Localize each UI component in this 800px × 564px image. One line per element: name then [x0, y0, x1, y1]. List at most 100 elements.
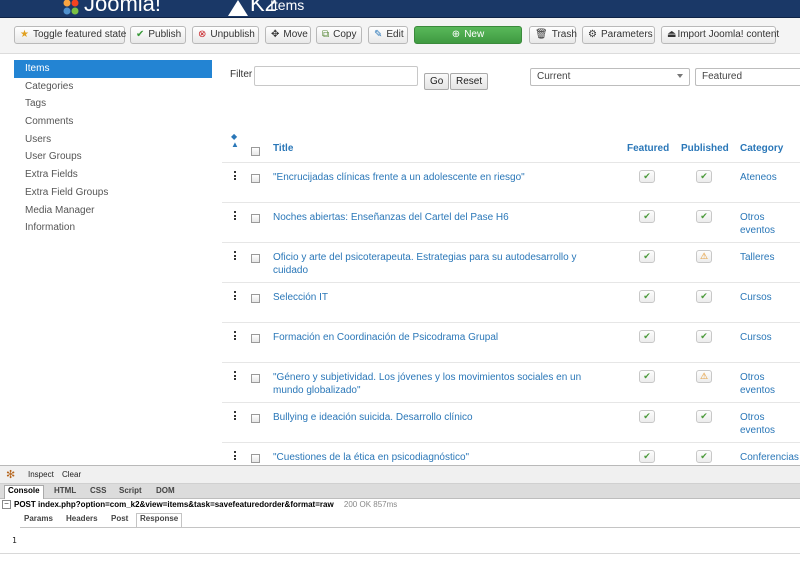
sidebar-item-tags[interactable]: Tags	[14, 95, 212, 113]
subtab-params[interactable]: Params	[24, 514, 53, 523]
tab-console[interactable]: Console	[4, 485, 44, 499]
new-button[interactable]: ⊕ New	[414, 26, 522, 44]
move-button[interactable]: ✥ Move	[265, 26, 311, 44]
reset-button[interactable]: Reset	[450, 73, 489, 90]
drag-handle-icon[interactable]	[234, 331, 237, 342]
drag-handle-icon[interactable]	[234, 291, 237, 302]
drag-handle-icon[interactable]	[234, 371, 237, 382]
row-checkbox[interactable]	[251, 174, 260, 183]
row-checkbox[interactable]	[251, 454, 260, 463]
featured-toggle[interactable]: ✔	[639, 290, 655, 303]
filter-input[interactable]	[254, 66, 418, 86]
sidebar-item-items[interactable]: Items	[14, 60, 212, 78]
publish-button[interactable]: ✔ Publish	[130, 26, 186, 44]
tab-css[interactable]: CSS	[90, 486, 106, 495]
item-title-link[interactable]: Bullying e ideación suicida. Desarrollo …	[273, 411, 613, 424]
toggle-featured-label: Toggle featured state	[32, 29, 127, 40]
trash-button[interactable]: 🗑 Trash	[529, 26, 577, 44]
featured-column-header[interactable]: Featured	[627, 143, 669, 154]
parameters-button[interactable]: ⚙ Parameters	[582, 26, 655, 44]
item-category-link[interactable]: Ateneos	[740, 171, 800, 184]
published-toggle[interactable]: ✔	[696, 210, 712, 223]
firebug-bug-icon[interactable]: ✻	[6, 468, 15, 481]
item-category-link[interactable]: Cursos	[740, 331, 800, 344]
published-toggle[interactable]: ✔	[696, 330, 712, 343]
row-checkbox[interactable]	[251, 254, 260, 263]
item-title-link[interactable]: "Encrucijadas clínicas frente a un adole…	[273, 171, 613, 184]
sidebar-item-media-manager[interactable]: Media Manager	[14, 202, 212, 220]
published-toggle[interactable]: ✔	[696, 450, 712, 463]
category-column-header[interactable]: Category	[740, 143, 783, 154]
check-icon: ✔	[643, 371, 651, 381]
row-checkbox[interactable]	[251, 334, 260, 343]
sidebar-item-comments[interactable]: Comments	[14, 113, 212, 131]
item-category-link[interactable]: Talleres	[740, 251, 800, 264]
featured-toggle[interactable]: ✔	[639, 450, 655, 463]
copy-button[interactable]: ⧉ Copy	[316, 26, 362, 44]
select-all-checkbox[interactable]	[251, 147, 260, 156]
item-category-link[interactable]: Otros eventos	[740, 371, 800, 397]
featured-toggle[interactable]: ✔	[639, 370, 655, 383]
published-toggle[interactable]: ✔	[696, 170, 712, 183]
collapse-icon[interactable]: −	[2, 500, 11, 510]
drag-handle-icon[interactable]	[234, 251, 237, 262]
item-category-link[interactable]: Cursos	[740, 291, 800, 304]
sort-order-icon[interactable]: ◆ ▲	[231, 133, 239, 149]
featured-select[interactable]: Featured	[695, 68, 800, 86]
state-select-value: Current	[537, 71, 571, 82]
featured-toggle[interactable]: ✔	[639, 170, 655, 183]
edit-label: Edit	[386, 29, 404, 40]
row-checkbox[interactable]	[251, 374, 260, 383]
published-column-header[interactable]: Published	[681, 143, 729, 154]
featured-toggle[interactable]: ✔	[639, 410, 655, 423]
tab-dom[interactable]: DOM	[156, 486, 175, 495]
state-select[interactable]: Current	[530, 68, 690, 86]
item-category-link[interactable]: Conferencias	[740, 451, 800, 464]
row-checkbox[interactable]	[251, 294, 260, 303]
title-column-header[interactable]: Title	[273, 143, 293, 154]
subtab-headers[interactable]: Headers	[66, 514, 98, 523]
sidebar-item-categories[interactable]: Categories	[14, 78, 212, 96]
warning-icon: ⚠	[699, 251, 709, 261]
joomla-logo[interactable]: Joomla!	[62, 0, 161, 16]
tab-script[interactable]: Script	[119, 486, 142, 495]
row-checkbox[interactable]	[251, 414, 260, 423]
item-title-link[interactable]: Formación en Coordinación de Psicodrama …	[273, 331, 613, 344]
sidebar-item-user-groups[interactable]: User Groups	[14, 148, 212, 166]
sidebar-item-users[interactable]: Users	[14, 131, 212, 149]
published-toggle[interactable]: ✔	[696, 290, 712, 303]
edit-button[interactable]: ✎ Edit	[368, 26, 408, 44]
inspect-button[interactable]: Inspect	[28, 470, 54, 479]
item-title-link[interactable]: Selección IT	[273, 291, 613, 304]
sidebar-item-extra-fields[interactable]: Extra Fields	[14, 166, 212, 184]
drag-handle-icon[interactable]	[234, 171, 237, 182]
unpublish-button[interactable]: ⊗ Unpublish	[192, 26, 259, 44]
toggle-featured-button[interactable]: ★ Toggle featured state	[14, 26, 127, 44]
published-toggle[interactable]: ✔	[696, 410, 712, 423]
featured-select-value: Featured	[702, 71, 743, 82]
tab-html[interactable]: HTML	[54, 486, 76, 495]
published-toggle[interactable]: ⚠	[696, 370, 712, 383]
drag-handle-icon[interactable]	[234, 451, 237, 462]
go-button[interactable]: Go	[424, 73, 450, 90]
request-log-row[interactable]: − POST index.php?option=com_k2&view=items…	[0, 499, 800, 511]
subtab-response[interactable]: Response	[136, 513, 183, 528]
published-toggle[interactable]: ⚠	[696, 250, 712, 263]
featured-toggle[interactable]: ✔	[639, 330, 655, 343]
item-title-link[interactable]: Noches abiertas: Enseñanzas del Cartel d…	[273, 211, 613, 224]
drag-handle-icon[interactable]	[234, 211, 237, 222]
clear-button[interactable]: Clear	[62, 470, 81, 479]
item-category-link[interactable]: Otros eventos	[740, 211, 800, 237]
sidebar-item-information[interactable]: Information	[14, 219, 212, 237]
featured-toggle[interactable]: ✔	[639, 210, 655, 223]
featured-toggle[interactable]: ✔	[639, 250, 655, 263]
sidebar-item-extra-field-groups[interactable]: Extra Field Groups	[14, 184, 212, 202]
subtab-post[interactable]: Post	[111, 514, 128, 523]
import-joomla-button[interactable]: ⏏ Import Joomla! content	[661, 26, 779, 44]
row-checkbox[interactable]	[251, 214, 260, 223]
item-title-link[interactable]: "Cuestiones de la ética en psicodiagnóst…	[273, 451, 613, 464]
item-title-link[interactable]: Oficio y arte del psicoterapeuta. Estrat…	[273, 251, 613, 277]
drag-handle-icon[interactable]	[234, 411, 237, 422]
item-category-link[interactable]: Otros eventos	[740, 411, 800, 437]
item-title-link[interactable]: "Género y subjetividad. Los jóvenes y lo…	[273, 371, 613, 397]
